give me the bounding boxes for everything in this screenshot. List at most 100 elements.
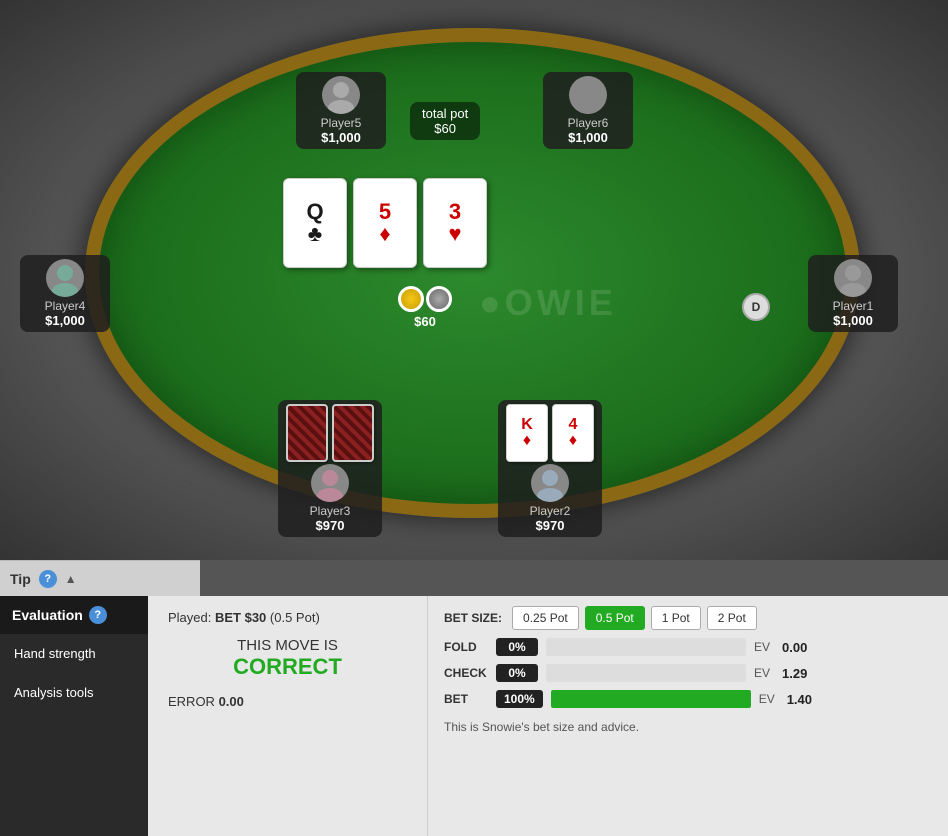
bet-bar xyxy=(551,690,751,708)
player1-box: Player1 $1,000 xyxy=(808,255,898,332)
check-label: CHECK xyxy=(444,666,488,680)
tip-collapse-btn[interactable]: ▲ xyxy=(65,572,77,586)
sidebar-help-icon[interactable]: ? xyxy=(89,606,107,624)
player2-cards: K ♦ 4 ♦ xyxy=(506,404,594,462)
player3-card2-back xyxy=(332,404,374,462)
bet-bar-fill xyxy=(551,690,751,708)
player6-name: Player6 xyxy=(551,116,625,130)
community-card-1: Q ♣ xyxy=(283,178,347,268)
community-card-2: 5 ♦ xyxy=(353,178,417,268)
fold-bar xyxy=(546,638,746,656)
community-card-3: 3 ♥ xyxy=(423,178,487,268)
player4-name: Player4 xyxy=(28,299,102,313)
bet-ev-label: EV xyxy=(759,692,779,706)
player3-cards xyxy=(286,404,374,462)
table-area: ●OWIE total pot $60 Q ♣ 5 ♦ 3 ♥ $60 xyxy=(0,0,948,560)
snowie-advice: This is Snowie's bet size and advice. xyxy=(444,720,932,734)
bet-label: BET xyxy=(444,692,488,706)
player5-name: Player5 xyxy=(304,116,378,130)
player2-card1: K ♦ xyxy=(506,404,548,462)
player3-stack: $970 xyxy=(286,518,374,533)
chips-center: $60 xyxy=(398,286,452,329)
this-move-is: THIS MOVE IS xyxy=(168,637,407,654)
player3-avatar-svg xyxy=(311,464,349,502)
chip-yellow xyxy=(398,286,424,312)
played-prefix: Played: xyxy=(168,610,215,625)
player4-box: Player4 $1,000 xyxy=(20,255,110,332)
fold-pct: 0% xyxy=(496,638,538,656)
sidebar-item-analysis-tools[interactable]: Analysis tools xyxy=(0,673,148,712)
player2-avatar xyxy=(531,464,569,502)
player5-avatar xyxy=(322,76,360,114)
player2-stack: $970 xyxy=(506,518,594,533)
player2-name: Player2 xyxy=(506,504,594,518)
player1-name: Player1 xyxy=(816,299,890,313)
player6-avatar-svg xyxy=(569,76,607,114)
player1-stack: $1,000 xyxy=(816,313,890,328)
player6-avatar xyxy=(569,76,607,114)
bet-size-025pot[interactable]: 0.25 Pot xyxy=(512,606,579,630)
eval-area: Played: BET $30 (0.5 Pot) THIS MOVE IS C… xyxy=(148,596,428,836)
player5-avatar-svg xyxy=(322,76,360,114)
sidebar-header-label: Evaluation xyxy=(12,607,83,623)
bet-row: BET 100% EV 1.40 xyxy=(444,690,932,708)
bottom-panel: Evaluation ? Hand strength Analysis tool… xyxy=(0,596,948,836)
chips-image xyxy=(398,286,452,312)
player4-avatar xyxy=(46,259,84,297)
dealer-button: D xyxy=(742,293,770,321)
played-line: Played: BET $30 (0.5 Pot) xyxy=(168,610,407,625)
error-label: ERROR xyxy=(168,694,215,709)
player4-stack: $1,000 xyxy=(28,313,102,328)
player5-box: Player5 $1,000 xyxy=(296,72,386,149)
pot-value: $60 xyxy=(422,121,468,136)
error-value: 0.00 xyxy=(219,694,244,709)
fold-label: FOLD xyxy=(444,640,488,654)
player1-avatar xyxy=(834,259,872,297)
sidebar-header: Evaluation ? xyxy=(0,596,148,634)
bet-size-05pot[interactable]: 0.5 Pot xyxy=(585,606,645,630)
bet-size-row: BET SIZE: 0.25 Pot 0.5 Pot 1 Pot 2 Pot xyxy=(444,606,932,630)
player4-avatar-svg xyxy=(46,259,84,297)
player3-name: Player3 xyxy=(286,504,374,518)
player3-card1-back xyxy=(286,404,328,462)
played-suffix: (0.5 Pot) xyxy=(270,610,320,625)
player1-avatar-svg xyxy=(834,259,872,297)
tip-bar: Tip ? ▲ xyxy=(0,560,200,596)
pot-label: total pot xyxy=(422,106,468,121)
bet-size-2pot[interactable]: 2 Pot xyxy=(707,606,757,630)
fold-ev-label: EV xyxy=(754,640,774,654)
player2-avatar-svg xyxy=(531,464,569,502)
bet-size-label: BET SIZE: xyxy=(444,611,502,625)
check-ev-value: 1.29 xyxy=(782,666,818,681)
player6-stack: $1,000 xyxy=(551,130,625,145)
chips-value: $60 xyxy=(414,314,436,329)
player5-stack: $1,000 xyxy=(304,130,378,145)
community-cards: Q ♣ 5 ♦ 3 ♥ xyxy=(283,178,487,268)
watermark: ●OWIE xyxy=(479,282,617,324)
correct-block: THIS MOVE IS CORRECT xyxy=(168,637,407,680)
tip-label: Tip xyxy=(10,571,31,587)
pot-display: total pot $60 xyxy=(410,102,480,140)
bet-size-1pot[interactable]: 1 Pot xyxy=(651,606,701,630)
check-ev-label: EV xyxy=(754,666,774,680)
sidebar-item-hand-strength[interactable]: Hand strength xyxy=(0,634,148,673)
bet-ev-value: 1.40 xyxy=(787,692,823,707)
played-action: BET $30 xyxy=(215,610,266,625)
fold-ev-value: 0.00 xyxy=(782,640,818,655)
tip-help-icon[interactable]: ? xyxy=(39,570,57,588)
chip-grey xyxy=(426,286,452,312)
analysis-area: BET SIZE: 0.25 Pot 0.5 Pot 1 Pot 2 Pot F… xyxy=(428,596,948,836)
check-bar xyxy=(546,664,746,682)
player2-box: K ♦ 4 ♦ Player2 $970 xyxy=(498,400,602,537)
fold-row: FOLD 0% EV 0.00 xyxy=(444,638,932,656)
player3-avatar xyxy=(311,464,349,502)
bet-pct: 100% xyxy=(496,690,543,708)
sidebar: Evaluation ? Hand strength Analysis tool… xyxy=(0,596,148,836)
check-pct: 0% xyxy=(496,664,538,682)
check-row: CHECK 0% EV 1.29 xyxy=(444,664,932,682)
error-line: ERROR 0.00 xyxy=(168,694,407,709)
player2-card2: 4 ♦ xyxy=(552,404,594,462)
player6-box: Player6 $1,000 xyxy=(543,72,633,149)
correct-text: CORRECT xyxy=(168,654,407,680)
player3-box: Player3 $970 xyxy=(278,400,382,537)
